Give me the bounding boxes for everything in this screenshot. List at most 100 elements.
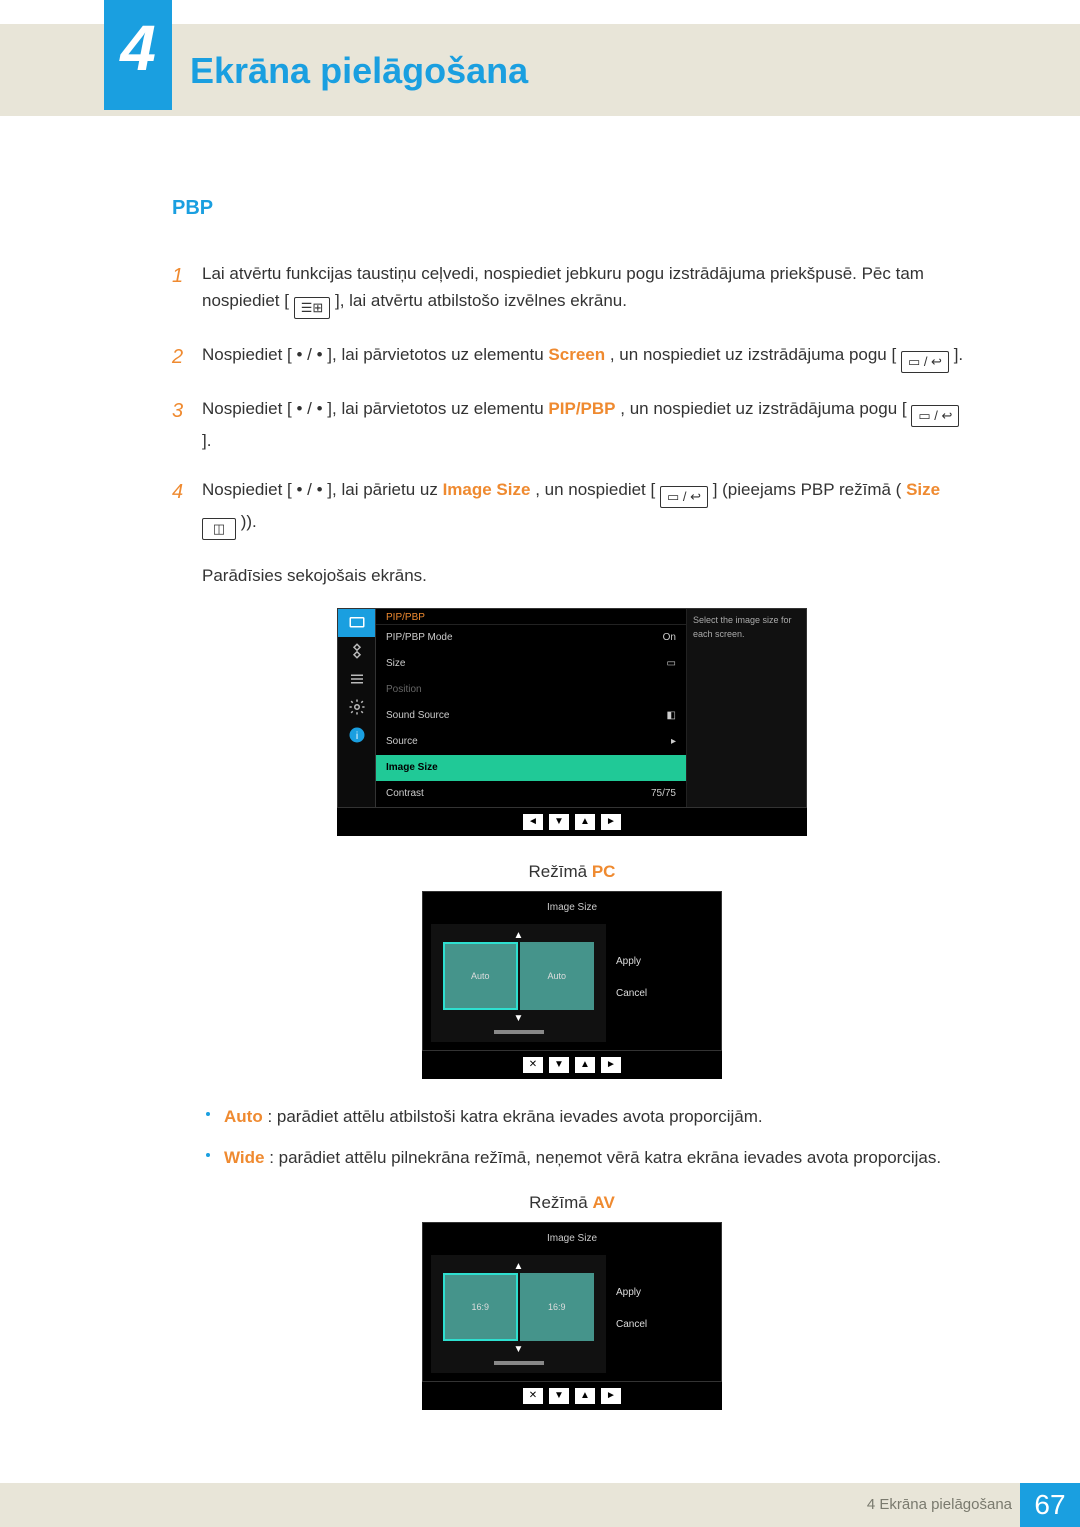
enter-icon: ▭ / ↩ bbox=[911, 405, 959, 427]
cancel-button[interactable]: Cancel bbox=[616, 1317, 647, 1333]
osd-row-label: Image Size bbox=[386, 760, 438, 776]
osd-menu: i PIP/PBP PIP/PBP Mode On Size ▭ Positio… bbox=[337, 608, 807, 836]
close-icon[interactable]: ✕ bbox=[523, 1057, 543, 1073]
highlight-image-size: Image Size bbox=[443, 480, 531, 499]
osd-row-mode[interactable]: PIP/PBP Mode On bbox=[376, 625, 686, 651]
osd-row-label: Source bbox=[386, 734, 418, 750]
nav-down-icon[interactable]: ▼ bbox=[549, 1388, 569, 1404]
step-text-mid: , un nospiediet [ bbox=[535, 480, 655, 499]
osd-row-value: ▭ bbox=[667, 656, 676, 672]
osd-row-label: Size bbox=[386, 656, 405, 672]
chapter-number-tab: 4 bbox=[104, 0, 172, 110]
svg-text:i: i bbox=[355, 729, 357, 741]
osd-side-screen-icon[interactable] bbox=[338, 637, 375, 665]
monitor-stand-icon bbox=[494, 1030, 544, 1034]
menu-icon: ☰⊞ bbox=[294, 297, 331, 319]
osd-side-settings-icon[interactable] bbox=[338, 693, 375, 721]
osd-row-size[interactable]: Size ▭ bbox=[376, 651, 686, 677]
page-footer: 4 Ekrāna pielāgošana 67 bbox=[0, 1483, 1080, 1527]
step-number: 4 bbox=[172, 476, 202, 540]
content-area: PBP 1 Lai atvērtu funkcijas taustiņu ceļ… bbox=[172, 192, 972, 1420]
mode-prefix: Režīmā bbox=[529, 1193, 592, 1212]
step-text: Nospiediet [ • / • ], lai pārietu uz Ima… bbox=[202, 476, 972, 540]
step-text-post: ]. bbox=[954, 345, 963, 364]
step-text-mid: , un nospiediet uz izstrādājuma pogu [ bbox=[620, 399, 906, 418]
osd-row-label: PIP/PBP Mode bbox=[386, 630, 453, 646]
osd-row-sound-source[interactable]: Sound Source ◧ bbox=[376, 703, 686, 729]
highlight-av: AV bbox=[592, 1193, 614, 1212]
bullets-list: Auto : parādiet attēlu atbilstoši katra … bbox=[202, 1103, 972, 1171]
osd-nav-up-icon[interactable]: ▲ bbox=[575, 814, 595, 830]
pbp-size-icon: ◫ bbox=[202, 518, 236, 540]
monitor-stand-icon bbox=[494, 1361, 544, 1365]
osd-side-options-icon[interactable] bbox=[338, 665, 375, 693]
highlight-wide: Wide bbox=[224, 1148, 264, 1167]
step-number: 3 bbox=[172, 395, 202, 454]
nav-right-icon[interactable]: ► bbox=[601, 1057, 621, 1073]
chapter-title: Ekrāna pielāgošana bbox=[190, 42, 528, 100]
preview-actions: Apply Cancel bbox=[616, 924, 647, 1002]
step-text-mid: , un nospiediet uz izstrādājuma pogu [ bbox=[610, 345, 896, 364]
nav-up-icon[interactable]: ▲ bbox=[575, 1388, 595, 1404]
bullet-auto: Auto : parādiet attēlu atbilstoši katra … bbox=[202, 1103, 972, 1130]
footer-text: 4 Ekrāna pielāgošana bbox=[867, 1493, 1012, 1517]
osd-side-info-icon[interactable]: i bbox=[338, 721, 375, 749]
osd-nav-buttons: ◄ ▼ ▲ ► bbox=[337, 808, 807, 836]
highlight-pc: PC bbox=[592, 862, 616, 881]
step-number: 2 bbox=[172, 341, 202, 373]
preview-av: Image Size ▲ 16:9 16:9 ▼ Apply Cancel bbox=[422, 1222, 722, 1410]
osd-row-contrast[interactable]: Contrast 75/75 bbox=[376, 781, 686, 807]
step-text-post: ]. bbox=[202, 431, 211, 450]
preview-right-pane[interactable]: Auto bbox=[520, 942, 595, 1010]
page-number: 67 bbox=[1020, 1483, 1080, 1527]
osd-row-source[interactable]: Source ▸ bbox=[376, 729, 686, 755]
preview-nav-buttons: ✕ ▼ ▲ ► bbox=[422, 1051, 722, 1079]
osd-hint: Select the image size for each screen. bbox=[686, 609, 806, 807]
preview-right-pane[interactable]: 16:9 bbox=[520, 1273, 595, 1341]
step-text: Lai atvērtu funkcijas taustiņu ceļvedi, … bbox=[202, 260, 972, 319]
preview-actions: Apply Cancel bbox=[616, 1255, 647, 1333]
osd-sidebar: i bbox=[338, 609, 376, 807]
step-text-post: ] (pieejams PBP režīmā ( bbox=[713, 480, 902, 499]
osd-header: PIP/PBP bbox=[376, 609, 686, 625]
preview-left-pane[interactable]: Auto bbox=[443, 942, 518, 1010]
preview-screen: ▲ 16:9 16:9 ▼ bbox=[431, 1255, 606, 1373]
nav-up-icon[interactable]: ▲ bbox=[575, 1057, 595, 1073]
step-text: Nospiediet [ • / • ], lai pārvietotos uz… bbox=[202, 341, 972, 373]
cancel-button[interactable]: Cancel bbox=[616, 986, 647, 1002]
section-title: PBP bbox=[172, 192, 972, 224]
step-2: 2 Nospiediet [ • / • ], lai pārvietotos … bbox=[172, 341, 972, 373]
highlight-auto: Auto bbox=[224, 1107, 263, 1126]
appears-caption: Parādīsies sekojošais ekrāns. bbox=[202, 562, 972, 589]
preview-pc: Image Size ▲ Auto Auto ▼ Apply Cancel bbox=[422, 891, 722, 1079]
osd-row-label: Sound Source bbox=[386, 708, 449, 724]
osd-row-position: Position bbox=[376, 677, 686, 703]
step-4: 4 Nospiediet [ • / • ], lai pārietu uz I… bbox=[172, 476, 972, 540]
step-text-close: )). bbox=[241, 512, 257, 531]
apply-button[interactable]: Apply bbox=[616, 954, 647, 970]
apply-button[interactable]: Apply bbox=[616, 1285, 647, 1301]
osd-nav-right-icon[interactable]: ► bbox=[601, 814, 621, 830]
osd-nav-left-icon[interactable]: ◄ bbox=[523, 814, 543, 830]
osd-side-picture-icon[interactable] bbox=[338, 609, 375, 637]
nav-right-icon[interactable]: ► bbox=[601, 1388, 621, 1404]
bullet-wide: Wide : parādiet attēlu pilnekrāna režīmā… bbox=[202, 1144, 972, 1171]
mode-av-label: Režīmā AV bbox=[172, 1189, 972, 1216]
down-arrow-icon[interactable]: ▼ bbox=[514, 1011, 524, 1027]
step-1: 1 Lai atvērtu funkcijas taustiņu ceļvedi… bbox=[172, 260, 972, 319]
steps-list: 1 Lai atvērtu funkcijas taustiņu ceļvedi… bbox=[172, 260, 972, 540]
highlight-pip-pbp: PIP/PBP bbox=[548, 399, 615, 418]
step-number: 1 bbox=[172, 260, 202, 319]
osd-row-label: Contrast bbox=[386, 786, 424, 802]
step-text-pre: Nospiediet [ • / • ], lai pārvietotos uz… bbox=[202, 345, 548, 364]
preview-left-pane[interactable]: 16:9 bbox=[443, 1273, 518, 1341]
step-text-pre: Nospiediet [ • / • ], lai pārietu uz bbox=[202, 480, 443, 499]
enter-icon: ▭ / ↩ bbox=[660, 486, 708, 508]
osd-row-value: ◧ bbox=[667, 708, 676, 724]
close-icon[interactable]: ✕ bbox=[523, 1388, 543, 1404]
osd-row-image-size[interactable]: Image Size bbox=[376, 755, 686, 781]
down-arrow-icon[interactable]: ▼ bbox=[514, 1342, 524, 1358]
step-text: Nospiediet [ • / • ], lai pārvietotos uz… bbox=[202, 395, 972, 454]
nav-down-icon[interactable]: ▼ bbox=[549, 1057, 569, 1073]
osd-nav-down-icon[interactable]: ▼ bbox=[549, 814, 569, 830]
